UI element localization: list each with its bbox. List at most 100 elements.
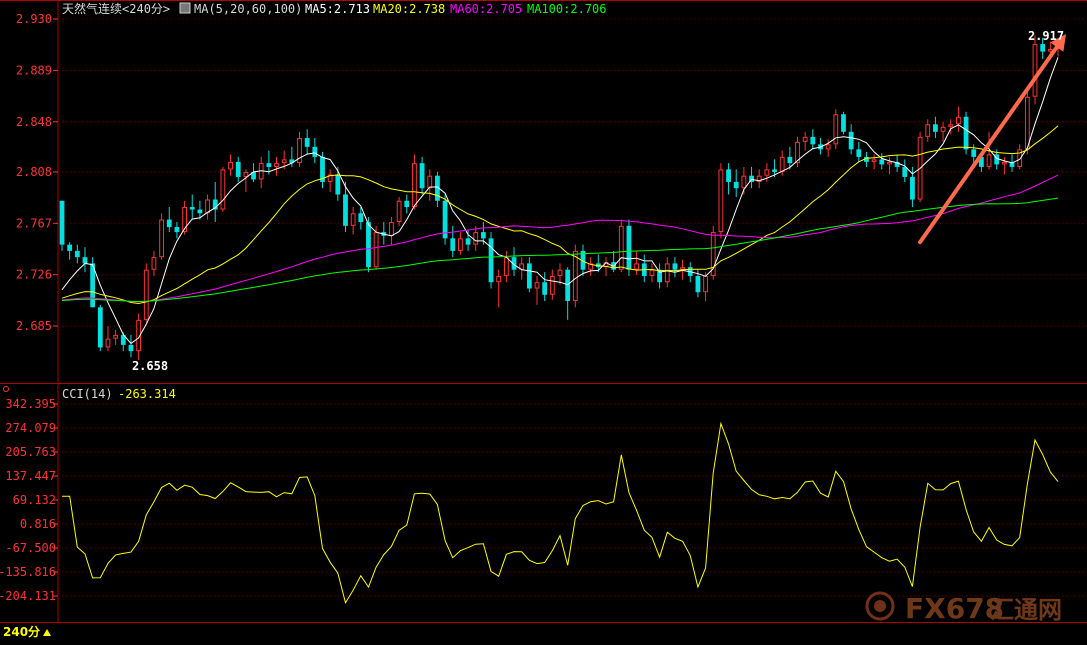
candle-body-up <box>572 250 578 302</box>
candle-body-up <box>664 263 670 283</box>
candle-body-down <box>366 222 371 268</box>
candle-body-up <box>887 161 892 165</box>
candle-body-down <box>404 200 410 208</box>
candle-body-up <box>1047 49 1053 52</box>
low-price-label: 2.658 <box>132 359 168 373</box>
candle-body-up <box>159 219 164 258</box>
candle-body-up <box>281 159 287 164</box>
candle-body-down <box>450 238 456 251</box>
candle-body-up <box>205 199 210 214</box>
ma20-value: MA20:2.738 <box>373 2 445 16</box>
instrument-name: 天然气连续 <box>62 1 122 16</box>
candle-body-down <box>480 232 486 239</box>
candle-body-down <box>1040 44 1046 52</box>
candle-body-up <box>1001 161 1007 165</box>
candle-body-down <box>787 156 793 164</box>
period-button[interactable]: 240分 <box>0 623 58 639</box>
candle-body-up <box>113 334 119 339</box>
candle-body-down <box>848 131 854 150</box>
candle-body-down <box>626 225 632 270</box>
candle-body-down <box>902 166 908 177</box>
svg-text:天然气连续<240分>: 天然气连续<240分> <box>62 1 170 16</box>
candle-body-down <box>358 213 364 223</box>
candle-body-up <box>825 144 831 150</box>
candle-body-up <box>389 222 394 236</box>
price-tick-label: 2.889 <box>16 63 52 77</box>
candle-body-down <box>197 209 203 214</box>
ma5-value: MA5:2.713 <box>305 2 370 16</box>
candle-body-down <box>465 238 471 245</box>
candle-body-up <box>764 169 770 176</box>
candle-body-up <box>1024 96 1030 150</box>
price-tick-label: 2.808 <box>16 165 52 179</box>
cci-tick-label: 205.763 <box>5 445 56 459</box>
candle-body-up <box>618 225 624 270</box>
candle-body-down <box>128 344 134 352</box>
chart-canvas: 2.930 2.889 2.848 2.808 2.767 2.726 2.685 2.91… <box>0 0 1087 645</box>
candle-body-down <box>841 114 846 132</box>
cci-tick-label: 342.395 <box>5 397 56 411</box>
candle-body-down <box>856 149 862 157</box>
candle-body-down <box>879 159 885 165</box>
cci-tick-label: 0.816 <box>20 517 56 531</box>
candle-body-down <box>166 219 172 228</box>
candle-body-down <box>695 275 701 293</box>
chart-background <box>0 0 1087 645</box>
candle-body-down <box>526 263 532 289</box>
candle-body-up <box>948 124 954 127</box>
candle-body-up <box>1032 44 1038 97</box>
candle-body-down <box>67 244 73 251</box>
price-tick-label: 2.848 <box>16 115 52 129</box>
candle-body-down <box>312 146 318 157</box>
cci-label: CCI(14) <box>62 387 113 401</box>
price-tick-label: 2.726 <box>16 268 52 282</box>
candle-body-down <box>772 169 777 172</box>
candle-body-up <box>802 136 808 142</box>
candle-body-up <box>151 257 157 270</box>
candle-body-down <box>59 200 65 245</box>
cci-tick-label: 274.079 <box>5 421 56 435</box>
candle-body-down <box>335 174 341 195</box>
price-tick-label: 2.930 <box>16 12 52 26</box>
cci-value: -263.314 <box>118 387 176 401</box>
candle-body-down <box>97 307 103 348</box>
candle-body-down <box>565 269 571 302</box>
period-button-label[interactable]: 240分 <box>3 624 40 639</box>
candle-body-down <box>810 136 816 145</box>
candle-body-up <box>680 267 685 270</box>
watermark-suffix: 汇通网 <box>990 596 1062 624</box>
candle-body-up <box>649 269 655 276</box>
candle-body-up <box>412 163 417 208</box>
candle-body-up <box>473 232 479 245</box>
candle-body-up <box>549 275 555 295</box>
candle-body-up <box>779 156 785 172</box>
candle-body-up <box>557 269 563 276</box>
cci-tick-label: 69.132 <box>13 493 56 507</box>
ma100-value: MA100:2.706 <box>527 2 606 16</box>
settings-icon[interactable] <box>179 2 191 14</box>
candle-body-down <box>304 138 310 147</box>
candle-body-up <box>427 175 433 189</box>
candle-body-up <box>143 269 149 320</box>
ma-params: MA(5,20,60,100) <box>194 2 302 16</box>
candle-body-up <box>503 257 509 276</box>
candle-body-up <box>220 169 226 210</box>
candle-body-down <box>542 282 548 295</box>
candle-body-up <box>940 126 946 132</box>
candle-body-down <box>343 194 348 226</box>
candle-body-up <box>274 163 279 167</box>
cci-tick-label: -67.500 <box>5 541 56 555</box>
candle-body-up <box>105 338 111 348</box>
candle-body-up <box>634 263 640 270</box>
candle-body-down <box>189 207 195 210</box>
candle-body-up <box>496 275 502 283</box>
candle-body-up <box>871 159 877 162</box>
cci-tick-label: 137.447 <box>5 469 56 483</box>
cci-tick-label: -135.816 <box>0 565 56 579</box>
candle-body-up <box>956 116 961 125</box>
candle-body-up <box>458 238 463 251</box>
candle-body-up <box>534 282 540 289</box>
price-tick-label: 2.685 <box>16 319 52 333</box>
candle-body-down <box>266 163 272 167</box>
candle-body-down <box>672 263 678 270</box>
